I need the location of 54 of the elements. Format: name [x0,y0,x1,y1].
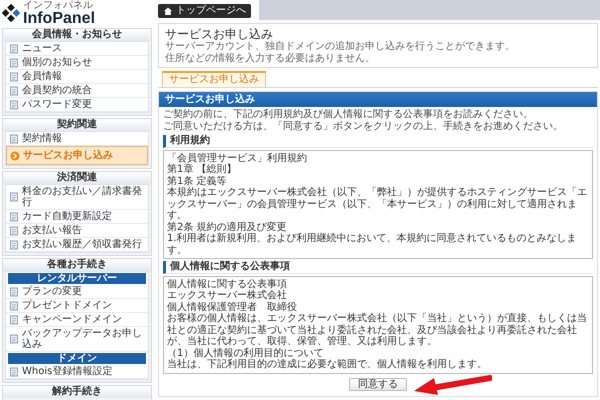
document-icon [9,86,19,96]
document-icon [9,44,19,54]
home-icon [163,6,173,16]
document-icon [9,366,19,376]
agree-button[interactable]: 同意する [349,378,407,392]
sidebar-item[interactable]: Whois登録情報設定 [6,365,148,379]
document-icon [9,334,19,344]
logo-kana: インフォパネル [23,0,94,11]
section-heading: 利用規約 [163,135,593,148]
sidebar-subheader: レンタルサーバー [8,273,146,284]
document-icon [9,192,19,202]
sidebar-item[interactable]: バックアップデータお申し込み [6,327,148,352]
sidebar-section-title: 解約手続き [3,386,151,398]
sidebar-item[interactable]: キャンペーンドメイン [6,313,148,327]
intro-text: ご同意いただける方は、「同意する」ボタンをクリックの上、手続きをお進めください。 [163,120,564,132]
sidebar-section-title: 各種お手続き [3,259,151,271]
document-icon [9,240,19,250]
page-title: サービスお申し込み [165,27,273,41]
sidebar-item[interactable]: お支払い報告 [6,224,148,238]
page-description: 住所などの情報を入力する必要はありません。 [165,52,376,64]
sidebar-item[interactable]: お支払い履歴／領収書発行 [6,238,148,252]
sidebar-section-title: 会員情報・お知らせ [3,29,151,41]
text-area[interactable]: 個人情報に関する公表事項 エックスサーバー株式会社 個人情報保護管理者 取締役 お客様の個人情報は、エックスサーバー株式会社（以下「当社」という）が直接、もしくは当社との適正な契約に基づいて当社より委託された会社、及び当該会社より再委託された会社が、当社に代わって、取得、保管、管理、又は利用します。 （1）個人情報の利用目的について 当社は、下記利用目的の達成に必要な範囲で、個人情報を利用します。 [163,276,593,374]
text-area[interactable]: 「会員管理サービス」利用規約 第1章 【総則】 第1条 定義等 本規約はエックスサーバー株式会社（以下、「弊社」）が提供するホスティングサービス「エックスサーバー」の会員管理サービス（以下、「本サービス」）の利用に対して適用されます。 第2条 規約の適用及び変更 1.利用者は新規利用、および利用継続中において、本規約に同意されているものとみなします。 [163,150,593,259]
document-icon [9,100,19,110]
document-icon [9,314,19,324]
document-icon [9,300,19,310]
sidebar-section-title: 契約関連 [3,119,151,131]
pointer-arrow-icon [412,374,492,396]
sidebar-item[interactable]: プランの変更 [6,285,148,299]
sidebar-item[interactable]: パスワード変更 [6,98,148,112]
intro-text: ご契約の前に、下記の利用規約及び個人情報に関する公表事項をお読みください。 [163,109,534,120]
document-icon [9,134,19,144]
document-icon [9,212,19,222]
document-icon [9,286,19,296]
page-description: サーバーアカウント、独自ドメインの追加お申し込みを行うことができます。 [165,41,516,52]
top-page-button[interactable]: トップページへ [158,4,251,18]
sidebar-item[interactable]: ニュース [6,42,148,56]
sidebar-item[interactable]: カード自動更新設定 [6,210,148,224]
sidebar-section-title: 決済関連 [3,172,151,184]
panel-title-bar: サービスお申し込み [159,92,597,107]
sidebar-item[interactable]: 料金のお支払い／請求書発行 [6,185,148,210]
sidebar-item[interactable]: 会員契約の統合 [6,84,148,98]
arrow-circle-icon [10,150,20,160]
sidebar-item[interactable]: 個別のお知らせ [6,56,148,70]
document-icon [9,58,19,68]
sidebar-item[interactable]: プレゼントドメイン [6,299,148,313]
document-icon [9,72,19,82]
sidebar-item[interactable]: 会員情報 [6,70,148,84]
sidebar-subheader: ドメイン [8,353,146,364]
document-icon [9,226,19,236]
section-heading: 個人情報に関する公表事項 [163,261,593,274]
logo-icon [2,4,20,22]
logo-name: InfoPanel [23,11,96,26]
